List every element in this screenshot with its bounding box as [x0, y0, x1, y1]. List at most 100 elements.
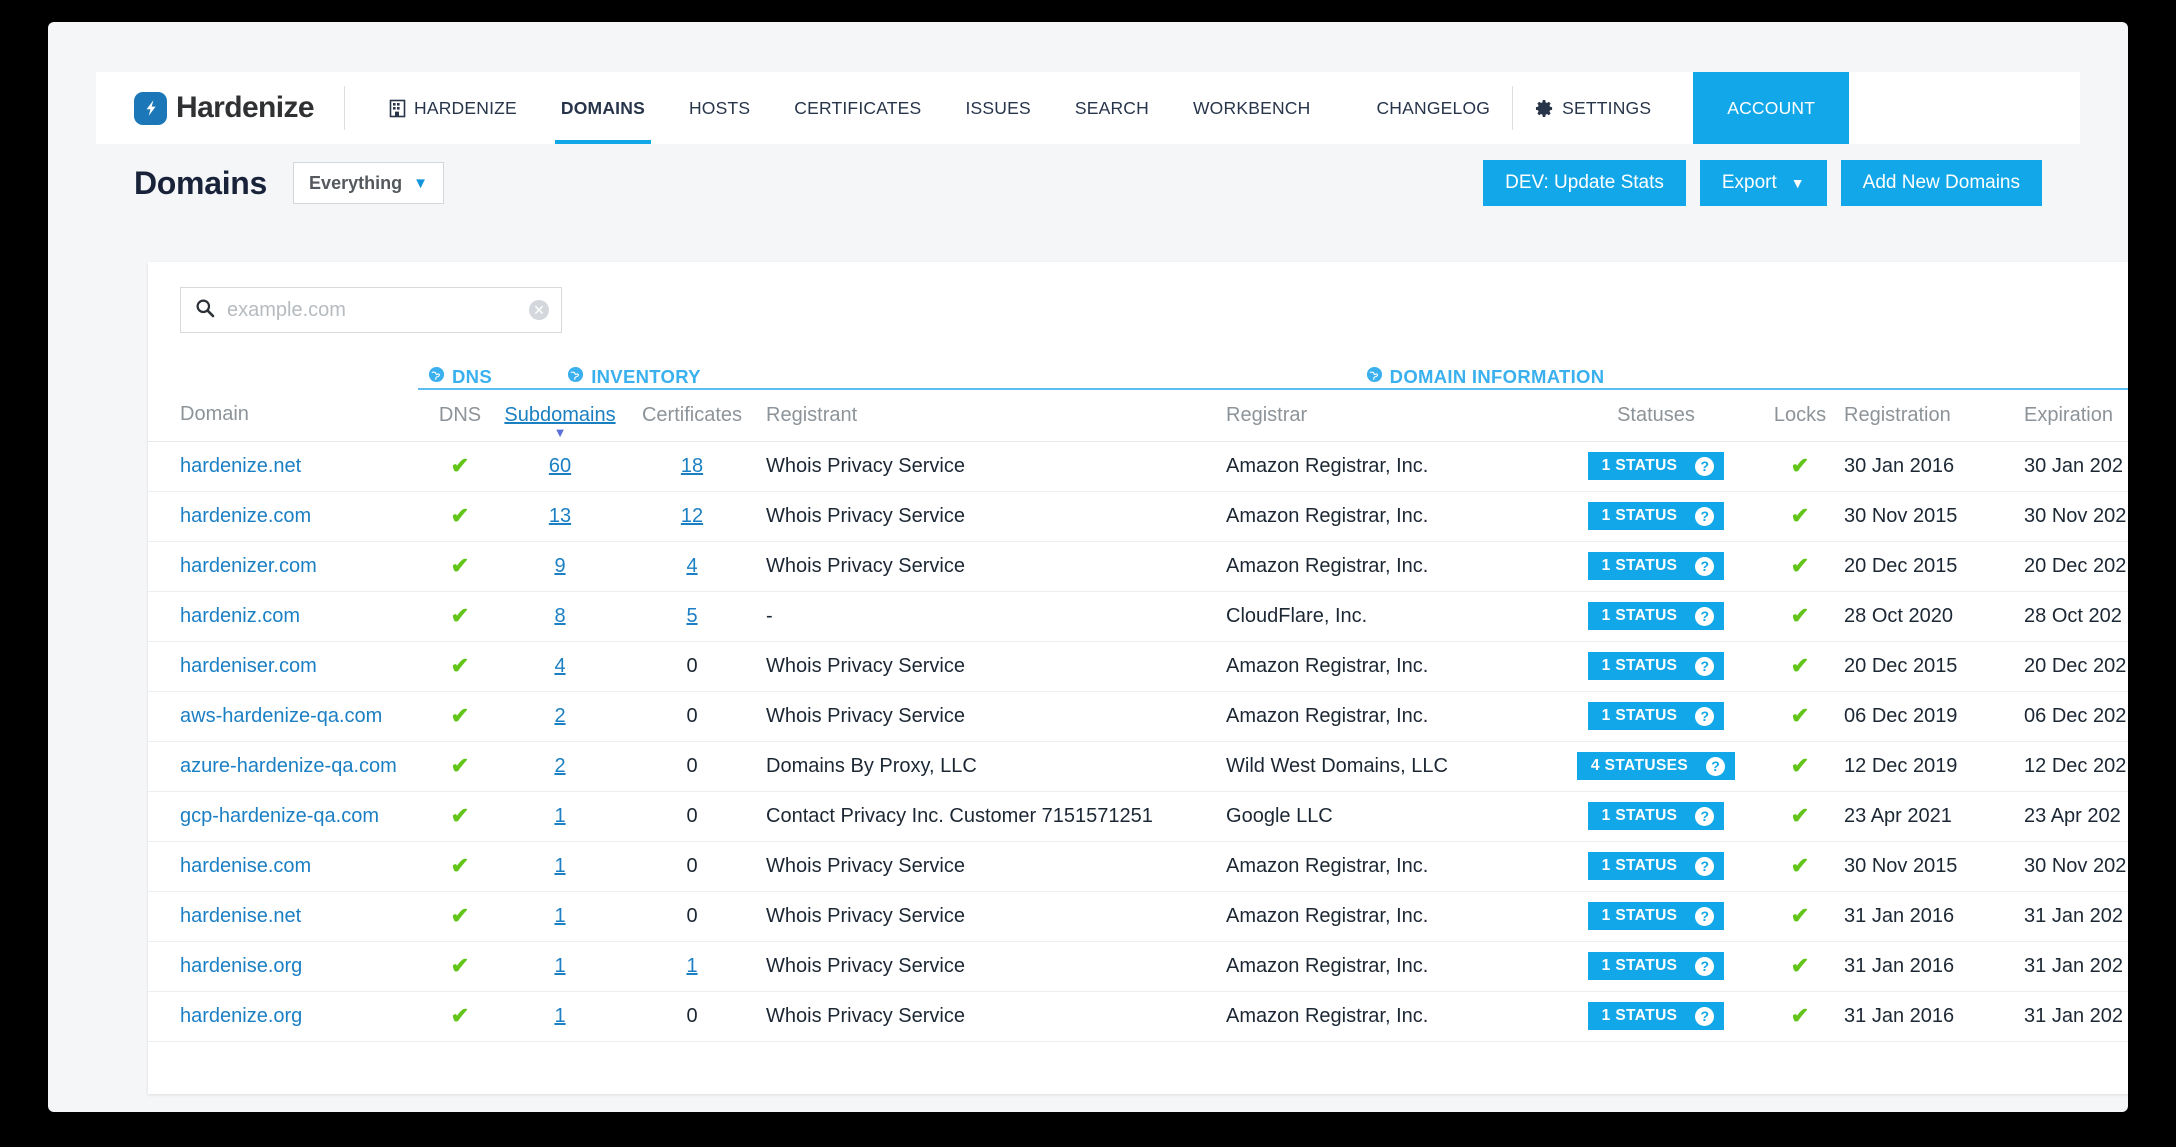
domain-link[interactable]: hardenise.com: [180, 855, 311, 877]
certificates-link[interactable]: 4: [686, 555, 697, 577]
column-header-expiration[interactable]: Expiration: [2024, 389, 2128, 441]
table-row[interactable]: hardeniser.com✔40Whois Privacy ServiceAm…: [148, 641, 2128, 691]
subdomains-link[interactable]: 1: [554, 955, 565, 977]
nav-item-workbench[interactable]: WORKBENCH: [1171, 72, 1333, 144]
domain-link[interactable]: gcp-hardenize-qa.com: [180, 805, 379, 827]
column-group-dns[interactable]: DNS: [418, 345, 502, 389]
column-group-domain-information[interactable]: DOMAIN INFORMATION: [766, 345, 2128, 389]
subdomains-link[interactable]: 60: [549, 455, 571, 477]
help-icon[interactable]: ?: [1695, 857, 1714, 876]
column-header-subdomains[interactable]: Subdomains ▼: [502, 389, 618, 441]
subdomains-link[interactable]: 9: [554, 555, 565, 577]
nav-item-issues[interactable]: ISSUES: [943, 72, 1052, 144]
help-icon[interactable]: ?: [1695, 907, 1714, 926]
status-badge[interactable]: 1 STATUS?: [1588, 602, 1725, 630]
column-header-registrar[interactable]: Registrar: [1226, 389, 1556, 441]
search-input[interactable]: [227, 299, 517, 322]
domain-link[interactable]: hardeniz.com: [180, 605, 300, 627]
subdomains-link[interactable]: 2: [554, 755, 565, 777]
help-icon[interactable]: ?: [1695, 657, 1714, 676]
status-badge[interactable]: 1 STATUS?: [1588, 552, 1725, 580]
status-badge[interactable]: 1 STATUS?: [1588, 802, 1725, 830]
nav-item-certificates[interactable]: CERTIFICATES: [772, 72, 943, 144]
certificates-link[interactable]: 12: [681, 505, 703, 527]
status-badge[interactable]: 1 STATUS?: [1588, 502, 1725, 530]
status-badge[interactable]: 1 STATUS?: [1588, 1002, 1725, 1030]
help-icon[interactable]: ?: [1695, 507, 1714, 526]
certificates-link[interactable]: 5: [686, 605, 697, 627]
help-icon[interactable]: ?: [1695, 607, 1714, 626]
table-row[interactable]: hardenize.net✔6018Whois Privacy ServiceA…: [148, 441, 2128, 491]
update-stats-button[interactable]: DEV: Update Stats: [1483, 160, 1686, 206]
search-box[interactable]: ✕: [180, 287, 562, 333]
nav-item-domains[interactable]: DOMAINS: [539, 72, 667, 144]
help-icon[interactable]: ?: [1695, 807, 1714, 826]
subdomains-link[interactable]: 8: [554, 605, 565, 627]
table-row[interactable]: hardenise.net✔10Whois Privacy ServiceAma…: [148, 891, 2128, 941]
table-row[interactable]: hardenise.com✔10Whois Privacy ServiceAma…: [148, 841, 2128, 891]
table-row[interactable]: aws-hardenize-qa.com✔20Whois Privacy Ser…: [148, 691, 2128, 741]
add-new-domains-button[interactable]: Add New Domains: [1841, 160, 2042, 206]
subdomains-link[interactable]: 1: [554, 805, 565, 827]
nav-item-settings[interactable]: SETTINGS: [1513, 72, 1673, 144]
subdomains-link[interactable]: 1: [554, 905, 565, 927]
clear-icon[interactable]: ✕: [529, 300, 549, 320]
column-header-certificates[interactable]: Certificates: [618, 389, 766, 441]
subdomains-link[interactable]: 1: [554, 855, 565, 877]
status-badge[interactable]: 1 STATUS?: [1588, 702, 1725, 730]
help-icon[interactable]: ?: [1695, 557, 1714, 576]
table-row[interactable]: azure-hardenize-qa.com✔20Domains By Prox…: [148, 741, 2128, 791]
status-badge[interactable]: 1 STATUS?: [1588, 852, 1725, 880]
domain-link[interactable]: hardenise.net: [180, 905, 301, 927]
help-icon[interactable]: ?: [1706, 757, 1725, 776]
column-header-domain[interactable]: Domain: [148, 389, 418, 441]
help-icon[interactable]: ?: [1695, 1007, 1714, 1026]
domain-link[interactable]: hardeniser.com: [180, 655, 317, 677]
table-row[interactable]: hardeniz.com✔85-CloudFlare, Inc.1 STATUS…: [148, 591, 2128, 641]
status-badge[interactable]: 1 STATUS?: [1588, 652, 1725, 680]
column-header-registration[interactable]: Registration: [1844, 389, 2024, 441]
status-badge[interactable]: 1 STATUS?: [1588, 902, 1725, 930]
subdomains-link[interactable]: 1: [554, 1005, 565, 1027]
nav-item-account[interactable]: ACCOUNT: [1693, 72, 1849, 144]
nav-item-search[interactable]: SEARCH: [1053, 72, 1171, 144]
table-row[interactable]: hardenize.org✔10Whois Privacy ServiceAma…: [148, 991, 2128, 1041]
domain-link[interactable]: hardenize.net: [180, 455, 301, 477]
cell-dns: ✔: [418, 591, 502, 641]
nav-item-hosts[interactable]: HOSTS: [667, 72, 772, 144]
status-badge[interactable]: 1 STATUS?: [1588, 952, 1725, 980]
scope-dropdown[interactable]: Everything ▼: [293, 162, 444, 204]
export-button[interactable]: Export ▼: [1700, 160, 1827, 206]
help-icon[interactable]: ?: [1695, 457, 1714, 476]
table-row[interactable]: gcp-hardenize-qa.com✔10Contact Privacy I…: [148, 791, 2128, 841]
column-group-inventory[interactable]: INVENTORY: [502, 345, 766, 389]
table-row[interactable]: hardenise.org✔11Whois Privacy ServiceAma…: [148, 941, 2128, 991]
cell-domain: hardenize.org: [148, 991, 418, 1041]
subdomains-link[interactable]: 4: [554, 655, 565, 677]
nav-item-changelog[interactable]: CHANGELOG: [1354, 72, 1512, 144]
domain-link[interactable]: azure-hardenize-qa.com: [180, 755, 397, 777]
help-icon[interactable]: ?: [1695, 957, 1714, 976]
domain-link[interactable]: aws-hardenize-qa.com: [180, 705, 382, 727]
column-header-registrant[interactable]: Registrant: [766, 389, 1226, 441]
certificates-link[interactable]: 18: [681, 455, 703, 477]
cell-registrar: Amazon Registrar, Inc.: [1226, 941, 1556, 991]
domain-link[interactable]: hardenise.org: [180, 955, 302, 977]
help-icon[interactable]: ?: [1695, 707, 1714, 726]
table-row[interactable]: hardenize.com✔1312Whois Privacy ServiceA…: [148, 491, 2128, 541]
column-header-locks[interactable]: Locks: [1756, 389, 1844, 441]
certificates-link[interactable]: 1: [686, 955, 697, 977]
subdomains-link[interactable]: 2: [554, 705, 565, 727]
column-header-dns[interactable]: DNS: [418, 389, 502, 441]
table-row[interactable]: hardenizer.com✔94Whois Privacy ServiceAm…: [148, 541, 2128, 591]
domain-link[interactable]: hardenizer.com: [180, 555, 317, 577]
column-header-statuses[interactable]: Statuses: [1556, 389, 1756, 441]
status-badge[interactable]: 1 STATUS?: [1588, 452, 1725, 480]
domain-link[interactable]: hardenize.com: [180, 505, 311, 527]
subdomains-link[interactable]: 13: [549, 505, 571, 527]
status-badge[interactable]: 4 STATUSES?: [1577, 752, 1735, 780]
nav-item-hardenize[interactable]: HARDENIZE: [367, 72, 539, 144]
domain-link[interactable]: hardenize.org: [180, 1005, 302, 1027]
cell-registration: 31 Jan 2016: [1844, 941, 2024, 991]
brand-logo[interactable]: Hardenize: [96, 72, 344, 144]
